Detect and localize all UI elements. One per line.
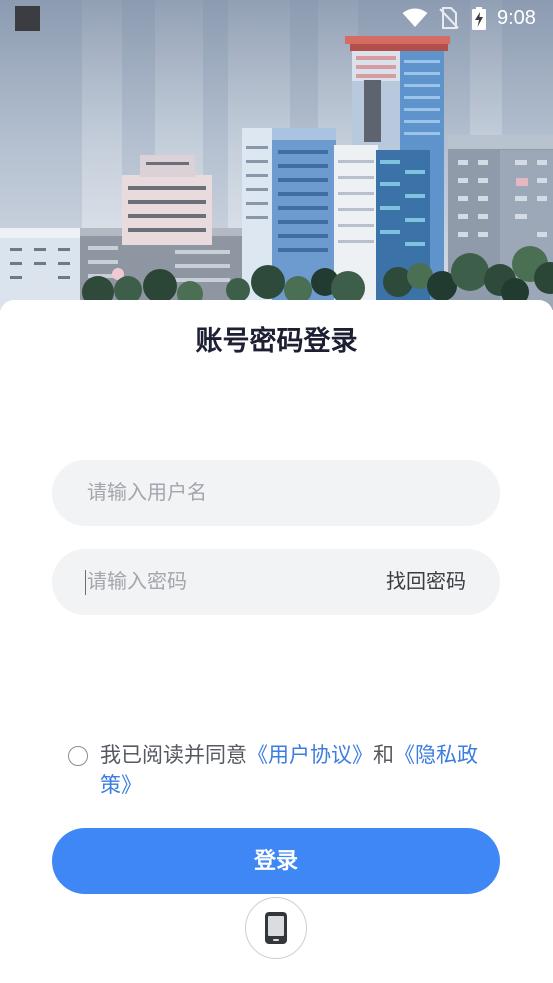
battery-charging-icon (472, 7, 486, 30)
wifi-icon (402, 8, 428, 27)
user-agreement-link[interactable]: 《用户协议》 (247, 744, 373, 767)
agreement-prefix: 我已阅读并同意 (100, 744, 247, 767)
no-sim-icon (439, 7, 459, 29)
agreement-text: 我已阅读并同意《用户协议》和《隐私政策》 (100, 741, 492, 801)
username-field[interactable] (52, 460, 500, 526)
status-bar: 9:08 (0, 0, 553, 36)
agreement-conjunction: 和 (373, 744, 394, 767)
mobile-phone-icon (265, 912, 287, 944)
city-skyline-image (0, 0, 553, 310)
agreement-checkbox[interactable] (68, 746, 88, 766)
notification-icon (15, 6, 40, 31)
login-button[interactable]: 登录 (52, 828, 500, 894)
page-title: 账号密码登录 (195, 326, 358, 356)
text-cursor (85, 570, 86, 595)
status-time: 9:08 (497, 7, 536, 29)
login-card: 账号密码登录 找回密码 我已阅读并同意《用户协议》和《隐私政策》 登录 (0, 300, 553, 983)
forgot-password-link[interactable]: 找回密码 (386, 549, 466, 615)
phone-login-button[interactable] (245, 897, 307, 959)
city-skyline-illustration (0, 0, 553, 310)
password-input[interactable] (87, 549, 367, 615)
username-input[interactable] (87, 460, 467, 526)
password-field[interactable]: 找回密码 (52, 549, 500, 615)
